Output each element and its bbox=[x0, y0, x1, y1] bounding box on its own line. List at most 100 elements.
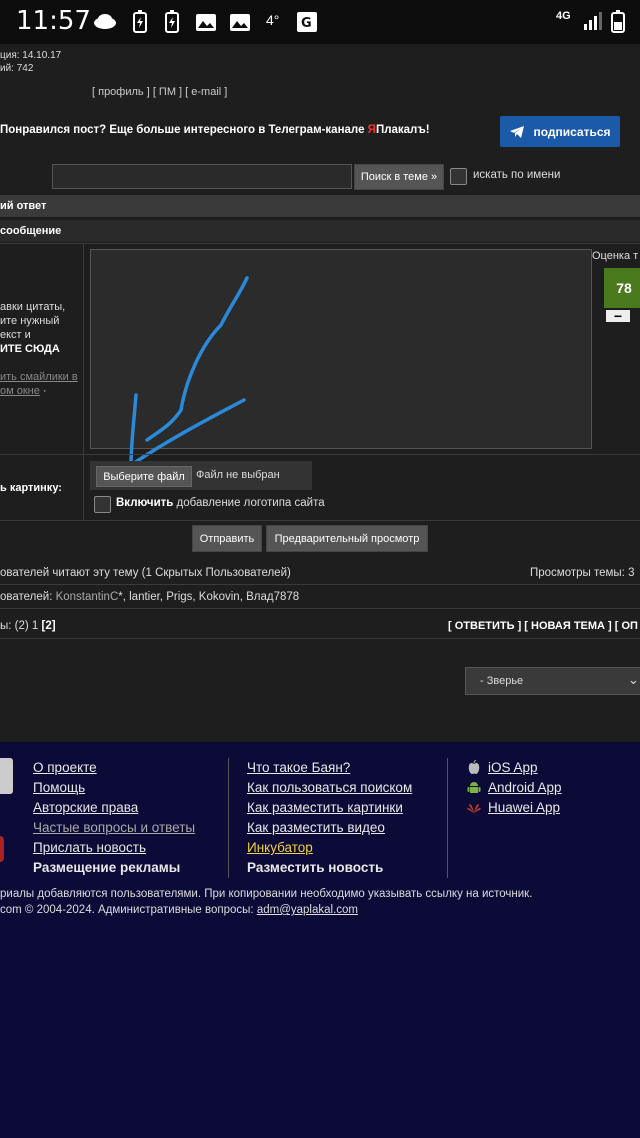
footer-email-link[interactable]: adm@yaplakal.com bbox=[257, 904, 358, 916]
rating-label: Оценка т bbox=[592, 250, 639, 262]
choose-file-button[interactable]: Выберите файл bbox=[96, 466, 192, 487]
post-count: ий: 742 bbox=[0, 63, 34, 74]
subscribe-label: подписаться bbox=[533, 124, 611, 139]
footer-link-video-help[interactable]: Как разместить видео bbox=[247, 820, 385, 835]
footer-link-ads[interactable]: Размещение рекламы bbox=[33, 860, 180, 875]
subscribe-button[interactable]: подписаться bbox=[500, 116, 620, 147]
network-type: 4G bbox=[556, 10, 571, 22]
battery-saver-icon bbox=[132, 10, 148, 37]
telegram-icon bbox=[510, 125, 525, 138]
footer-copyright-prefix: com © 2004-2024. Административные вопрос… bbox=[0, 904, 257, 916]
divider bbox=[0, 608, 640, 609]
status-bar: 11:57 4° G 4G bbox=[0, 0, 640, 44]
reply-title: ий ответ bbox=[0, 200, 47, 212]
chevron-down-icon: ⌄ bbox=[628, 672, 639, 687]
pagination: ы: (2) 1 [2] bbox=[0, 620, 56, 632]
footer-divider bbox=[447, 758, 448, 878]
footer-link-bayan[interactable]: Что такое Баян? bbox=[247, 760, 350, 775]
message-textarea[interactable] bbox=[90, 249, 592, 467]
footer-link-incubator[interactable]: Инкубатор bbox=[247, 840, 313, 855]
gallery-icon-2 bbox=[228, 10, 252, 37]
gallery-icon bbox=[194, 10, 218, 37]
picture-label: ь картинку: bbox=[0, 482, 62, 494]
readers-count: ователей читают эту тему (1 Скрытых Поль… bbox=[0, 567, 291, 579]
smileys-dot: · bbox=[39, 385, 47, 397]
footer-copyright-line-2: com © 2004-2024. Административные вопрос… bbox=[0, 904, 358, 916]
footer-link-post-news[interactable]: Разместить новость bbox=[247, 860, 383, 875]
divider bbox=[0, 243, 640, 244]
footer-link-ios[interactable]: iOS App bbox=[488, 760, 538, 775]
reg-date: ция: 14.10.17 bbox=[0, 50, 62, 61]
forum-jump-select[interactable]: - Зверье ⌄ bbox=[465, 667, 640, 695]
translate-icon: G bbox=[296, 10, 320, 37]
footer: О проекте Помощь Авторские права Частые … bbox=[0, 742, 640, 1138]
logo-label: Включить добавление логотипа сайта bbox=[116, 497, 325, 509]
divider bbox=[0, 520, 640, 521]
svg-text:G: G bbox=[301, 16, 312, 31]
annotation-arrow bbox=[129, 276, 249, 467]
search-input[interactable] bbox=[52, 164, 352, 189]
pagination-current: [2] bbox=[41, 620, 56, 632]
promo-text-before: Понравился пост? Еще больше интересного … bbox=[0, 124, 368, 136]
divider bbox=[0, 638, 640, 639]
logo-fragment bbox=[0, 758, 13, 794]
footer-link-images-help[interactable]: Как разместить картинки bbox=[247, 800, 403, 815]
reply-header: ий ответ bbox=[0, 195, 640, 217]
footer-link-huawei[interactable]: Huawei App bbox=[488, 800, 560, 815]
footer-copyright-line-1: риалы добавляются пользователями. При ко… bbox=[0, 888, 533, 900]
divider bbox=[0, 584, 640, 585]
message-label: сообщение bbox=[0, 225, 62, 237]
forum-area: ция: 14.10.17 ий: 742 [ профиль ] [ ПМ ]… bbox=[0, 44, 640, 742]
readers-rest: *, lantier, Prigs, Kokovin, Влад7878 bbox=[118, 591, 300, 603]
battery-charging-icon bbox=[164, 10, 180, 37]
temperature-icon: 4° bbox=[266, 12, 280, 28]
footer-link-send-news[interactable]: Прислать новость bbox=[33, 840, 146, 855]
footer-link-faq[interactable]: Частые вопросы и ответы bbox=[33, 820, 195, 835]
logo-checkbox[interactable] bbox=[94, 496, 111, 513]
footer-link-about[interactable]: О проекте bbox=[33, 760, 97, 775]
profile-links[interactable]: [ профиль ] [ ПМ ] [ e-mail ] bbox=[92, 86, 227, 98]
promo-text-after: Плакалъ! bbox=[375, 124, 430, 136]
logo-label-bold: Включить bbox=[116, 497, 174, 509]
footer-link-copyright[interactable]: Авторские права bbox=[33, 800, 138, 815]
smileys-link-line[interactable]: ить смайлики в bbox=[0, 370, 78, 384]
badge-fragment bbox=[0, 836, 4, 862]
message-header: сообщение bbox=[0, 220, 640, 242]
reader-link[interactable]: KonstantinC bbox=[56, 591, 119, 603]
promo-ya: Я bbox=[367, 124, 376, 136]
footer-link-search-help[interactable]: Как пользоваться поиском bbox=[247, 780, 412, 795]
logo-label-rest: добавление логотипа сайта bbox=[173, 497, 325, 509]
signal-icon bbox=[582, 10, 604, 35]
rating-minus-button[interactable]: − bbox=[606, 308, 630, 324]
preview-button[interactable]: Предварительный просмотр bbox=[266, 525, 428, 552]
file-status: Файл не выбран bbox=[196, 469, 280, 481]
column-divider bbox=[83, 244, 84, 520]
search-by-name-checkbox[interactable] bbox=[450, 168, 467, 185]
smileys-link-line[interactable]: ом окне bbox=[0, 385, 40, 397]
search-in-topic-button[interactable]: Поиск в теме » bbox=[354, 164, 444, 190]
quote-hint-click[interactable]: ИТЕ СЮДА bbox=[0, 342, 65, 356]
clock: 11:57 bbox=[16, 6, 91, 36]
android-icon bbox=[467, 780, 481, 799]
quote-hint-line: ите нужный bbox=[0, 315, 60, 327]
huawei-icon bbox=[467, 802, 481, 817]
apple-icon bbox=[467, 760, 481, 779]
readers-list: ователей: KonstantinC*, lantier, Prigs, … bbox=[0, 591, 299, 603]
battery-icon bbox=[610, 10, 626, 37]
footer-link-android[interactable]: Android App bbox=[488, 780, 562, 795]
footer-link-help[interactable]: Помощь bbox=[33, 780, 85, 795]
file-input[interactable]: Выберите файл Файл не выбран bbox=[90, 461, 312, 490]
promo-text: Понравился пост? Еще больше интересного … bbox=[0, 124, 430, 136]
topic-actions[interactable]: [ ОТВЕТИТЬ ] [ НОВАЯ ТЕМА ] [ ОП bbox=[448, 620, 638, 632]
smileys-link[interactable]: ить смайлики в ом окне · bbox=[0, 370, 78, 398]
pagination-prefix[interactable]: ы: (2) 1 bbox=[0, 620, 42, 632]
rating-value: 78 bbox=[604, 268, 640, 308]
quote-hint: авки цитаты, ите нужный екст и ИТЕ СЮДА bbox=[0, 300, 65, 356]
search-by-name-label: искать по имени bbox=[473, 169, 561, 181]
quote-hint-line: екст и bbox=[0, 329, 31, 341]
readers-prefix: ователей: bbox=[0, 591, 56, 603]
divider bbox=[0, 454, 640, 455]
footer-divider bbox=[228, 758, 229, 878]
send-button[interactable]: Отправить bbox=[192, 525, 262, 552]
cloud-icon bbox=[92, 10, 118, 35]
